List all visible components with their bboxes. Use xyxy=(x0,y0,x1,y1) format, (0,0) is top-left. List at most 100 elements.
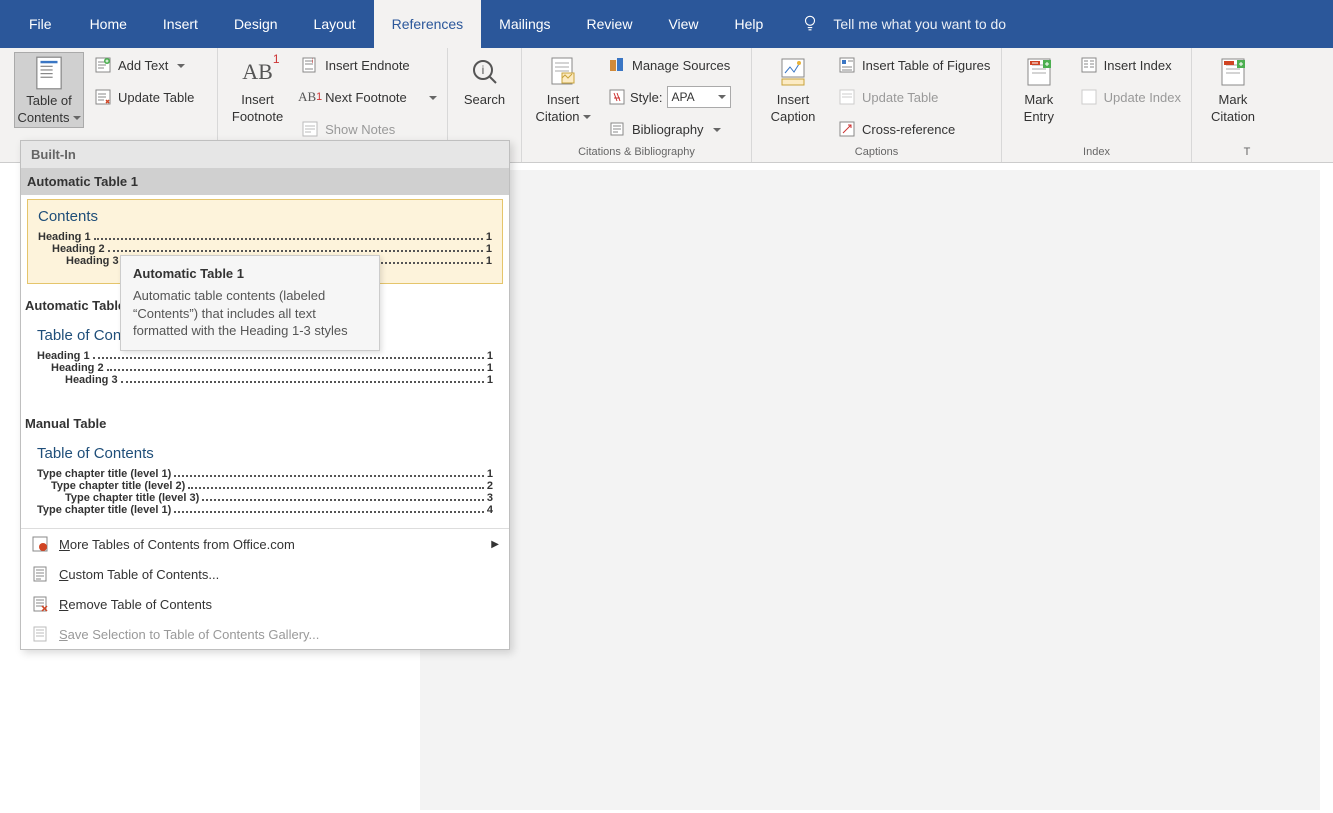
group-label-captions: Captions xyxy=(752,144,1001,162)
add-text-icon xyxy=(94,56,112,74)
bibliography-icon xyxy=(608,120,626,138)
insert-footnote-label: Insert Footnote xyxy=(232,92,283,126)
tooltip-title: Automatic Table 1 xyxy=(133,266,367,281)
insert-index-button[interactable]: Insert Index xyxy=(1076,52,1185,78)
add-text-button[interactable]: Add Text xyxy=(90,52,198,78)
mark-entry-icon xyxy=(1023,56,1055,88)
mark-entry-button[interactable]: Mark Entry xyxy=(1008,52,1070,126)
gallery-item-manual[interactable]: Table of Contents Type chapter title (le… xyxy=(27,437,503,520)
dropdown-section-built-in: Built-In xyxy=(21,141,509,168)
next-footnote-icon: AB1 xyxy=(301,88,319,106)
man-line4-name: Type chapter title (level 1) xyxy=(37,504,171,516)
citation-style-select[interactable]: APA xyxy=(667,86,731,108)
toc-icon xyxy=(33,57,65,89)
toc-dropdown: Built-In Automatic Table 1 Contents Head… xyxy=(20,140,510,650)
tof-icon xyxy=(838,56,856,74)
tab-file[interactable]: File xyxy=(9,0,72,48)
group-label-index: Index xyxy=(1002,144,1191,162)
auto1-line2-name: Heading 2 xyxy=(52,243,105,255)
auto2-line3-page: 1 xyxy=(487,374,493,386)
auto1-line3-name: Heading 3 xyxy=(66,255,119,267)
gallery-item-auto1-title: Automatic Table 1 xyxy=(21,168,509,195)
insert-endnote-label: Insert Endnote xyxy=(325,58,410,73)
tab-references[interactable]: References xyxy=(374,0,482,48)
more-from-office-button[interactable]: More Tables of Contents from Office.com … xyxy=(21,529,509,559)
tab-help[interactable]: Help xyxy=(717,0,782,48)
manage-sources-label: Manage Sources xyxy=(632,58,730,73)
style-value: APA xyxy=(672,90,695,104)
tab-review[interactable]: Review xyxy=(569,0,651,48)
insert-footnote-button[interactable]: AB1 Insert Footnote xyxy=(224,52,291,126)
style-label: Style: xyxy=(630,90,663,105)
mark-citation-label: Mark Citation xyxy=(1211,92,1255,126)
update-index-button[interactable]: Update Index xyxy=(1076,84,1185,110)
save-gallery-icon xyxy=(31,625,49,643)
update-tof-button[interactable]: Update Table xyxy=(834,84,994,110)
remove-toc-icon xyxy=(31,595,49,613)
page-background xyxy=(420,170,1320,810)
mark-citation-button[interactable]: Mark Citation xyxy=(1198,52,1268,126)
next-footnote-button[interactable]: AB1 Next Footnote xyxy=(297,84,441,110)
dropdown-footer: More Tables of Contents from Office.com … xyxy=(21,528,509,649)
insert-citation-button[interactable]: Insert Citation xyxy=(528,52,598,126)
remove-toc-button[interactable]: Remove Table of Contents xyxy=(21,589,509,619)
auto1-line1-name: Heading 1 xyxy=(38,231,91,243)
insert-endnote-button[interactable]: i Insert Endnote xyxy=(297,52,441,78)
man-line3-page: 3 xyxy=(487,492,493,504)
group-label-citations: Citations & Bibliography xyxy=(522,144,751,162)
update-table-button[interactable]: Update Table xyxy=(90,84,198,110)
cross-ref-icon xyxy=(838,120,856,138)
man-line2-page: 2 xyxy=(487,480,493,492)
toc-label: Table of Contents xyxy=(17,93,80,127)
insert-endnote-icon: i xyxy=(301,56,319,74)
tell-me-input[interactable] xyxy=(833,16,1093,32)
auto2-line2-name: Heading 2 xyxy=(51,362,104,374)
tooltip-body: Automatic table contents (labeled “Conte… xyxy=(133,287,367,340)
tab-insert[interactable]: Insert xyxy=(145,0,216,48)
cross-reference-button[interactable]: Cross-reference xyxy=(834,116,994,142)
insert-citation-label: Insert Citation xyxy=(535,92,590,126)
group-toa: Mark Citation T xyxy=(1192,48,1302,162)
man-line4-page: 4 xyxy=(487,504,493,516)
group-label-toa: T xyxy=(1192,144,1302,162)
save-selection-button: Save Selection to Table of Contents Gall… xyxy=(21,619,509,649)
table-of-contents-button[interactable]: Table of Contents xyxy=(14,52,84,128)
ribbon-tabs: File Home Insert Design Layout Reference… xyxy=(0,0,1333,48)
man-line1-name: Type chapter title (level 1) xyxy=(37,468,171,480)
insert-caption-button[interactable]: Insert Caption xyxy=(758,52,828,126)
cross-ref-label: Cross-reference xyxy=(862,122,955,137)
tab-design[interactable]: Design xyxy=(216,0,296,48)
update-table-label: Update Table xyxy=(118,90,194,105)
tab-mailings[interactable]: Mailings xyxy=(481,0,568,48)
next-footnote-label: Next Footnote xyxy=(325,90,407,105)
man-line1-page: 1 xyxy=(487,468,493,480)
group-captions: Insert Caption Insert Table of Figures U… xyxy=(752,48,1002,162)
search-label: Search xyxy=(464,92,505,109)
auto2-line1-name: Heading 1 xyxy=(37,350,90,362)
group-index: Mark Entry Insert Index Update Index Ind… xyxy=(1002,48,1192,162)
bibliography-button[interactable]: Bibliography xyxy=(604,116,735,142)
custom-toc-button[interactable]: Custom Table of Contents... xyxy=(21,559,509,589)
custom-toc-label: Custom Table of Contents... xyxy=(59,567,219,582)
insert-caption-label: Insert Caption xyxy=(771,92,816,126)
show-notes-button[interactable]: Show Notes xyxy=(297,116,441,142)
insert-footnote-icon: AB1 xyxy=(242,56,274,88)
manage-sources-icon xyxy=(608,56,626,74)
tooltip: Automatic Table 1 Automatic table conten… xyxy=(120,255,380,351)
more-office-label: More Tables of Contents from Office.com xyxy=(59,537,295,552)
auto2-line3-name: Heading 3 xyxy=(65,374,118,386)
insert-caption-icon xyxy=(777,56,809,88)
insert-table-of-figures-button[interactable]: Insert Table of Figures xyxy=(834,52,994,78)
citation-style-row: Style: APA xyxy=(604,84,735,110)
insert-citation-icon xyxy=(547,56,579,88)
man-line2-name: Type chapter title (level 2) xyxy=(51,480,185,492)
tell-me[interactable] xyxy=(801,0,1093,48)
manage-sources-button[interactable]: Manage Sources xyxy=(604,52,735,78)
tab-view[interactable]: View xyxy=(650,0,716,48)
tab-home[interactable]: Home xyxy=(72,0,145,48)
group-citations: Insert Citation Manage Sources Style: AP… xyxy=(522,48,752,162)
add-text-label: Add Text xyxy=(118,58,168,73)
auto1-preview-title: Contents xyxy=(38,208,492,225)
tab-layout[interactable]: Layout xyxy=(296,0,374,48)
search-button[interactable]: i Search xyxy=(454,52,515,109)
